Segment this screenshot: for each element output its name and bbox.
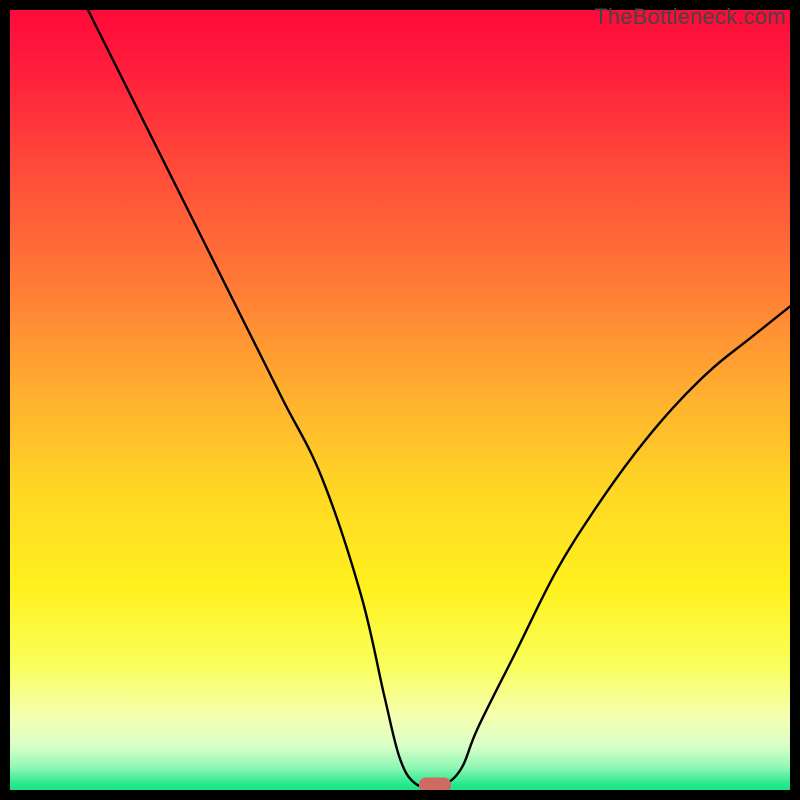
watermark-text: TheBottleneck.com bbox=[594, 4, 786, 30]
chart-frame: TheBottleneck.com bbox=[0, 0, 800, 800]
plot-svg bbox=[10, 10, 790, 790]
plot-area bbox=[10, 10, 790, 790]
optimal-point-marker bbox=[419, 777, 451, 790]
gradient-background bbox=[10, 10, 790, 790]
